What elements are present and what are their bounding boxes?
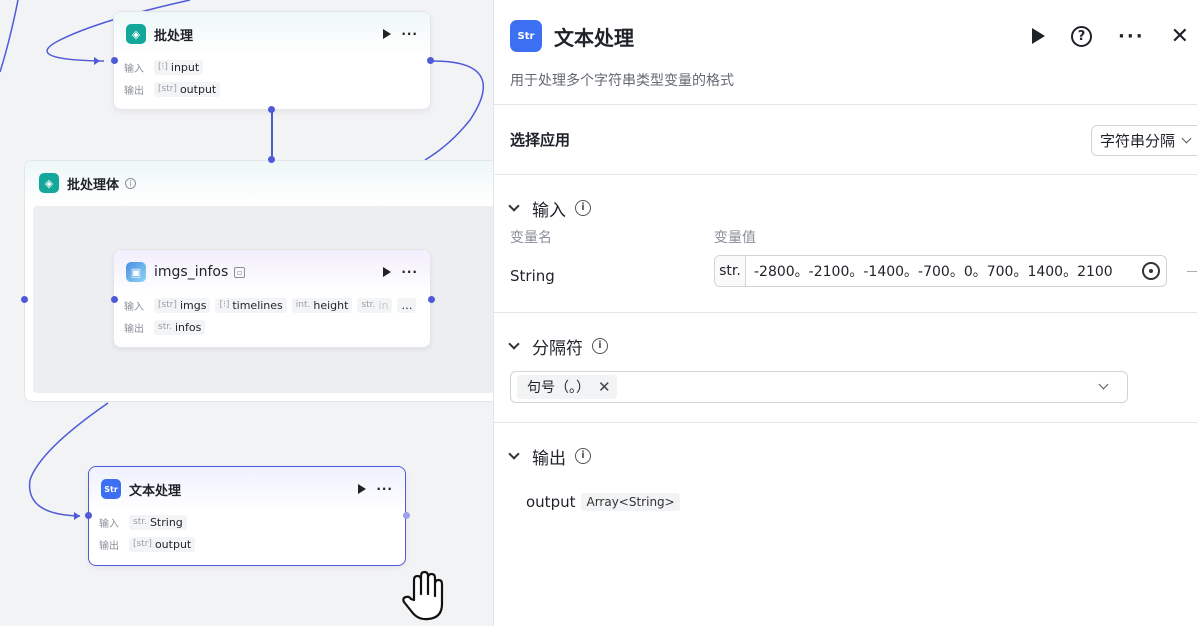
imgs-infos-node[interactable]: ▣ imgs_infos ▫ ··· 输入 [str] imgs [⁝] timel… bbox=[113, 249, 431, 348]
variable-value-input[interactable]: str. -2800。-2100。-1400。-700。0。700。1400。2… bbox=[714, 255, 1167, 287]
input-section-title: 输入 bbox=[532, 200, 566, 221]
batch-body-title: 批处理体 bbox=[67, 177, 120, 193]
more-icon[interactable]: ··· bbox=[376, 482, 393, 496]
separator-section: 分隔符 i 句号（。） ✕ bbox=[494, 312, 1197, 422]
remove-chip-icon[interactable]: ✕ bbox=[598, 378, 611, 396]
input-tag-in: str. in bbox=[357, 297, 393, 313]
hand-cursor-icon bbox=[402, 570, 444, 621]
input-tag: [⁝] input bbox=[154, 59, 204, 75]
workflow-canvas[interactable]: ◈ 批处理 ··· 输入 [⁝] input 输出 [str] output ◈ 批… bbox=[0, 0, 493, 626]
info-icon[interactable]: i bbox=[575, 200, 591, 216]
group-top-port[interactable] bbox=[268, 156, 275, 163]
app-select-dropdown[interactable]: 字符串分隔 bbox=[1091, 125, 1197, 156]
variable-name: String bbox=[510, 267, 555, 285]
output-tag: [str] output bbox=[129, 536, 196, 552]
input-label: 输入 bbox=[124, 301, 144, 313]
more-inputs-tag[interactable]: … bbox=[397, 297, 417, 313]
output-row: output Array<String> bbox=[494, 493, 1197, 511]
more-icon[interactable]: ··· bbox=[401, 27, 418, 41]
text-node-title: 文本处理 bbox=[129, 483, 182, 499]
str-icon: Str bbox=[510, 20, 542, 52]
batch-node-title: 批处理 bbox=[154, 28, 194, 44]
info-icon[interactable]: i bbox=[575, 448, 591, 464]
separator-section-title: 分隔符 bbox=[532, 338, 583, 359]
batch-bottom-port[interactable] bbox=[268, 106, 275, 113]
imgs-output-port[interactable] bbox=[428, 296, 435, 303]
imgs-input-port[interactable] bbox=[111, 296, 118, 303]
separator-chip-label: 句号（。） bbox=[527, 380, 590, 396]
variable-row: String str. -2800。-2100。-1400。-700。0。700… bbox=[494, 255, 1197, 303]
group-left-port[interactable] bbox=[21, 296, 28, 303]
more-icon[interactable]: ··· bbox=[401, 265, 418, 279]
output-tag: [str] output bbox=[154, 81, 221, 97]
collapse-chevron-icon[interactable] bbox=[508, 200, 520, 212]
str-icon: Str bbox=[101, 479, 121, 499]
input-label: 输入 bbox=[99, 518, 119, 530]
var-value-header: 变量值 bbox=[714, 230, 756, 246]
remove-variable-dash[interactable] bbox=[1187, 271, 1197, 272]
variable-reference-icon[interactable] bbox=[1142, 262, 1160, 280]
output-section: 输出 i output Array<String> bbox=[494, 422, 1197, 622]
input-section: 输入 i 变量名 变量值 String str. -2800。-2100。-14… bbox=[494, 174, 1197, 312]
text-output-port[interactable] bbox=[403, 512, 410, 519]
imgs-node-title: imgs_infos bbox=[154, 264, 229, 280]
output-section-title: 输出 bbox=[532, 448, 566, 469]
output-type-badge: Array<String> bbox=[581, 493, 680, 511]
variable-type[interactable]: str. bbox=[715, 256, 746, 286]
run-icon[interactable] bbox=[1032, 28, 1046, 44]
batch-node[interactable]: ◈ 批处理 ··· 输入 [⁝] input 输出 [str] output bbox=[113, 11, 431, 110]
output-label: 输出 bbox=[124, 323, 144, 335]
batch-output-port[interactable] bbox=[427, 57, 434, 64]
node-config-panel: Str 文本处理 ? ··· ✕ 用于处理多个字符串类型变量的格式 选择应用 字… bbox=[493, 0, 1197, 626]
text-input-port[interactable] bbox=[85, 512, 92, 519]
info-icon[interactable]: i bbox=[592, 338, 608, 354]
run-node-icon[interactable] bbox=[383, 267, 392, 277]
var-name-header: 变量名 bbox=[510, 230, 552, 246]
help-icon[interactable]: ? bbox=[1071, 25, 1093, 47]
close-icon[interactable]: ✕ bbox=[1171, 24, 1189, 49]
info-icon[interactable]: i bbox=[125, 177, 137, 189]
panel-title: 文本处理 bbox=[554, 25, 634, 50]
input-tag-imgs: [str] imgs bbox=[154, 297, 211, 313]
app-select-label: 选择应用 bbox=[510, 131, 571, 149]
input-tag: str. String bbox=[129, 514, 187, 530]
image-plugin-icon: ▣ bbox=[126, 262, 146, 282]
plugin-badge-icon: ▫ bbox=[234, 266, 246, 278]
batch-input-port[interactable] bbox=[111, 57, 118, 64]
more-icon[interactable]: ··· bbox=[1118, 26, 1145, 47]
separator-chip: 句号（。） ✕ bbox=[517, 375, 617, 399]
separator-select[interactable]: 句号（。） ✕ bbox=[510, 371, 1128, 403]
app-select-value: 字符串分隔 bbox=[1100, 132, 1176, 150]
panel-description: 用于处理多个字符串类型变量的格式 bbox=[510, 73, 734, 89]
input-tag-height: int. height bbox=[291, 297, 353, 313]
output-name: output bbox=[526, 493, 576, 511]
output-label: 输出 bbox=[99, 540, 119, 552]
input-label: 输入 bbox=[124, 63, 144, 75]
output-label: 输出 bbox=[124, 85, 144, 97]
input-tag-timelines: [⁝] timelines bbox=[215, 297, 287, 313]
chevron-down-icon bbox=[1181, 133, 1192, 144]
chevron-down-icon[interactable] bbox=[1098, 379, 1109, 390]
run-node-icon[interactable] bbox=[383, 29, 392, 39]
variable-value[interactable]: -2800。-2100。-1400。-700。0。700。1400。2100 bbox=[746, 261, 1142, 281]
collapse-chevron-icon[interactable] bbox=[508, 448, 520, 460]
layers-icon: ◈ bbox=[39, 173, 59, 193]
layers-icon: ◈ bbox=[126, 24, 146, 44]
text-process-node[interactable]: Str 文本处理 ··· 输入 str. String 输出 [str] outpu… bbox=[88, 466, 406, 566]
run-node-icon[interactable] bbox=[358, 484, 367, 494]
app-select-section: 选择应用 字符串分隔 bbox=[494, 104, 1197, 174]
collapse-chevron-icon[interactable] bbox=[508, 338, 520, 350]
output-tag: str. infos bbox=[154, 319, 206, 335]
